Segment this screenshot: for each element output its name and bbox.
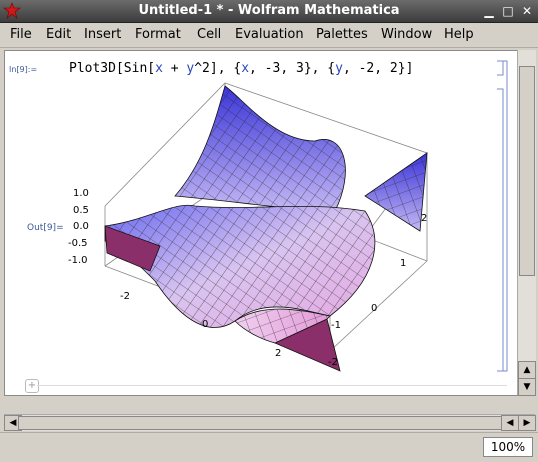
cell-insertion-line [37,385,507,386]
menu-palettes[interactable]: Palettes [316,27,368,42]
close-button[interactable]: ✕ [519,3,535,19]
menu-cell[interactable]: Cell [197,27,221,42]
scroll-right-button[interactable]: ▶ [518,415,536,431]
y-tick: 1 [400,258,406,269]
input-cell[interactable]: Plot3D[Sin[x + y^2], {x, -3, 3}, {y, -2,… [69,61,413,76]
plot3d-output[interactable]: 1.0 0.5 0.0 -0.5 -1.0 -2 0 2 2 1 0 -1 -2 [65,81,445,381]
vertical-scroll-thumb[interactable] [519,66,535,276]
menu-insert[interactable]: Insert [84,27,121,42]
cell-brackets[interactable] [493,59,511,379]
menu-edit[interactable]: Edit [46,27,71,42]
code-text: , -3, 3}, { [249,61,336,76]
minimize-button[interactable]: ▁ [481,3,497,19]
input-label: In[9]:= [9,65,38,74]
code-variable: x [241,61,250,76]
scroll-down-button[interactable]: ▼ [518,378,536,396]
menu-bar: File Edit Insert Format Cell Evaluation Palett… [0,23,538,48]
y-tick: -2 [328,357,338,368]
zoom-dropdown[interactable]: 100% [483,437,533,457]
z-tick: -0.5 [68,238,88,249]
z-tick: 0.0 [73,221,89,232]
x-tick: -2 [120,291,130,302]
menu-format[interactable]: Format [135,27,181,42]
code-text: , -2, 2}] [342,61,414,76]
output-label: Out[9]= [27,223,64,233]
title-bar: Untitled-1 * - Wolfram Mathematica ▁ □ ✕ [0,0,538,23]
window-title: Untitled-1 * - Wolfram Mathematica [138,3,400,18]
menu-file[interactable]: File [10,27,32,42]
add-cell-icon[interactable]: + [25,379,39,393]
notebook-area[interactable]: In[9]:= Plot3D[Sin[x + y^2], {x, -3, 3},… [4,50,518,396]
y-tick: 0 [371,303,377,314]
scroll-left-button-2[interactable]: ◀ [501,415,519,431]
code-text: + [162,61,187,76]
z-axis-ticks: 1.0 0.5 0.0 -0.5 -1.0 [68,188,89,266]
code-text: ^2], { [194,61,242,76]
status-bar: 100% [0,432,538,462]
z-tick: 1.0 [73,188,89,199]
z-tick: -1.0 [68,255,88,266]
maximize-button[interactable]: □ [500,3,516,19]
code-variable: y [335,61,343,76]
code-variable: x [155,61,163,76]
surface [104,85,428,372]
x-tick: 2 [275,348,281,359]
horizontal-scroll-thumb[interactable] [18,416,508,430]
y-tick: 2 [421,213,427,224]
y-tick: -1 [331,320,341,331]
scroll-up-button[interactable]: ▲ [518,361,536,379]
horizontal-scrollbar[interactable]: ◀ ◀ ▶ [4,414,536,431]
zoom-value: 100% [490,440,526,454]
code-text: Plot3D[Sin[ [69,61,156,76]
menu-help[interactable]: Help [444,27,474,42]
menu-evaluation[interactable]: Evaluation [235,27,304,42]
vertical-scrollbar[interactable]: ▲ ▼ [517,50,536,396]
z-tick: 0.5 [73,205,89,216]
menu-window[interactable]: Window [381,27,432,42]
x-tick: 0 [202,319,208,330]
